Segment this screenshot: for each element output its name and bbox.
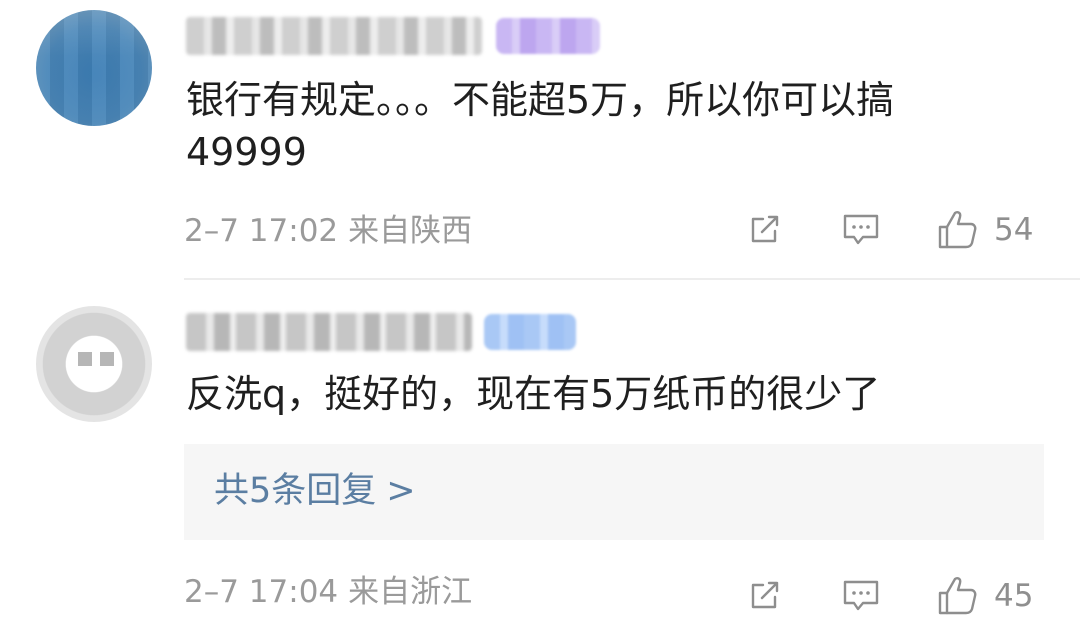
comment-button[interactable] [838,572,884,618]
avatar[interactable] [36,10,152,126]
comment-text-line: 银行有规定。。。不能超5万，所以你可以搞 [186,78,895,122]
avatar[interactable] [36,306,152,422]
comment-item: 银行有规定。。。不能超5万，所以你可以搞 49999 2–7 17:02 来自陕西 [0,0,1080,270]
comment-text-line: 49999 [186,130,307,174]
chevron-right-icon: > [386,471,416,511]
comment-text: 反洗q，挺好的，现在有5万纸币的很少了 [186,368,1046,420]
comment-meta: 2–7 17:02 来自陕西 [184,211,472,251]
comment-location: 来自浙江 [348,574,473,610]
comment-button[interactable] [838,206,884,252]
comment-divider [184,278,1080,280]
comment-text-line: 反洗q，挺好的，现在有5万纸币的很少了 [186,372,881,416]
comment-meta: 2–7 17:04 来自浙江 [184,572,472,612]
thumbs-up-icon [938,211,977,249]
like-button[interactable]: 45 [934,572,1040,618]
user-badge [496,18,600,54]
comment-list: 银行有规定。。。不能超5万，所以你可以搞 49999 2–7 17:02 来自陕西 [0,0,1080,618]
comment-icon [843,580,879,611]
username[interactable] [186,17,482,55]
share-button[interactable] [742,206,788,252]
username[interactable] [186,313,472,351]
share-icon [751,581,779,609]
thumbs-up-icon [938,577,977,615]
user-badge [484,314,576,350]
share-icon [751,215,779,243]
like-count: 54 [994,212,1034,248]
like-count: 45 [994,578,1034,614]
comment-item: 反洗q，挺好的，现在有5万纸币的很少了 共5条回复 > 2–7 17:04 来自浙江 [0,286,1080,618]
like-button[interactable]: 54 [934,206,1040,254]
comment-location: 来自陕西 [348,213,473,249]
comment-time: 2–7 17:04 [184,574,339,610]
replies-label: 共5条回复 [214,471,377,511]
comment-text: 银行有规定。。。不能超5万，所以你可以搞 49999 [186,74,1046,178]
comment-icon [843,214,879,245]
share-button[interactable] [742,572,788,618]
comment-time: 2–7 17:02 [184,213,339,249]
view-replies-link[interactable]: 共5条回复 > [214,470,416,512]
